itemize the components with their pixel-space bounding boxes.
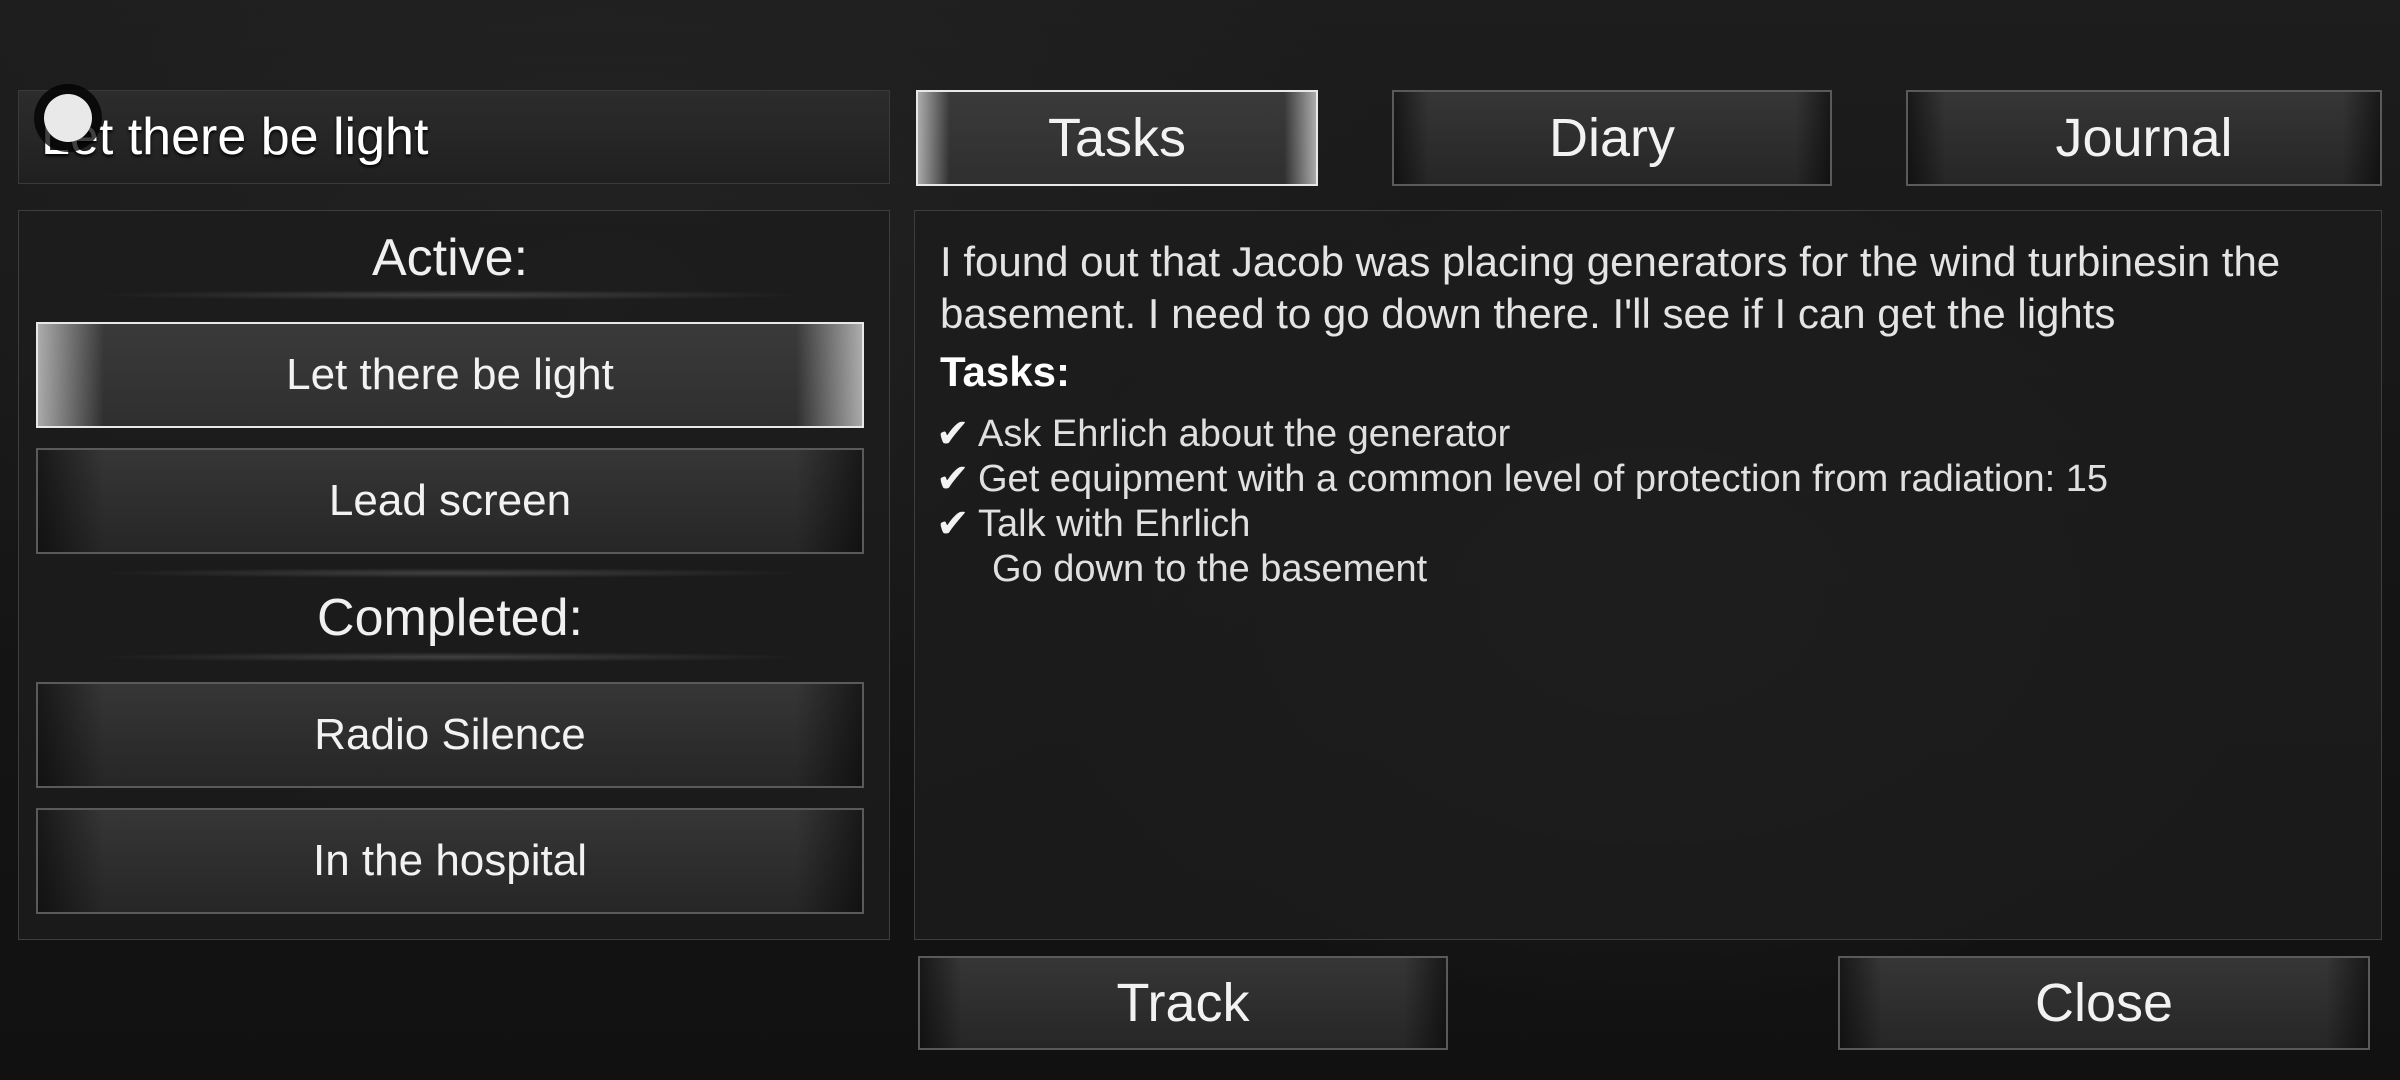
quest-item-lead-screen[interactable]: Lead screen — [36, 448, 864, 554]
checkmark-icon: ✔ — [936, 457, 970, 501]
divider — [90, 652, 810, 662]
task-text: Get equipment with a common level of pro… — [978, 458, 2109, 500]
task-list: ✔ Ask Ehrlich about the generator ✔ Get … — [936, 412, 2108, 592]
divider — [90, 568, 810, 578]
task-item: ✔ Ask Ehrlich about the generator — [936, 412, 2108, 457]
task-text: Go down to the basement — [992, 548, 1428, 590]
tasks-heading: Tasks: — [940, 348, 1070, 395]
touch-cursor-icon — [44, 94, 92, 142]
completed-section-label: Completed: — [317, 589, 583, 647]
active-section-label: Active: — [371, 229, 529, 287]
tab-diary[interactable]: Diary — [1392, 90, 1832, 186]
quest-item-let-there-be-light[interactable]: Let there be light — [36, 322, 864, 428]
quest-item-radio-silence[interactable]: Radio Silence — [36, 682, 864, 788]
task-text: Ask Ehrlich about the generator — [978, 413, 1511, 455]
current-quest-title: Let there be light — [18, 90, 890, 184]
divider — [90, 290, 810, 300]
task-item: Go down to the basement — [936, 547, 2108, 592]
task-item: ✔ Talk with Ehrlich — [936, 502, 2108, 547]
quest-log-screen: Let there be light Tasks Diary Journal A… — [0, 0, 2400, 1080]
tab-journal[interactable]: Journal — [1906, 90, 2382, 186]
track-button[interactable]: Track — [918, 956, 1448, 1050]
checkmark-icon: ✔ — [936, 412, 970, 456]
tab-tasks[interactable]: Tasks — [916, 90, 1318, 186]
quest-description: I found out that Jacob was placing gener… — [940, 238, 2281, 337]
checkmark-icon: ✔ — [936, 502, 970, 546]
task-text: Talk with Ehrlich — [978, 503, 1251, 545]
quest-item-in-the-hospital[interactable]: In the hospital — [36, 808, 864, 914]
close-button[interactable]: Close — [1838, 956, 2370, 1050]
task-item: ✔ Get equipment with a common level of p… — [936, 457, 2108, 502]
